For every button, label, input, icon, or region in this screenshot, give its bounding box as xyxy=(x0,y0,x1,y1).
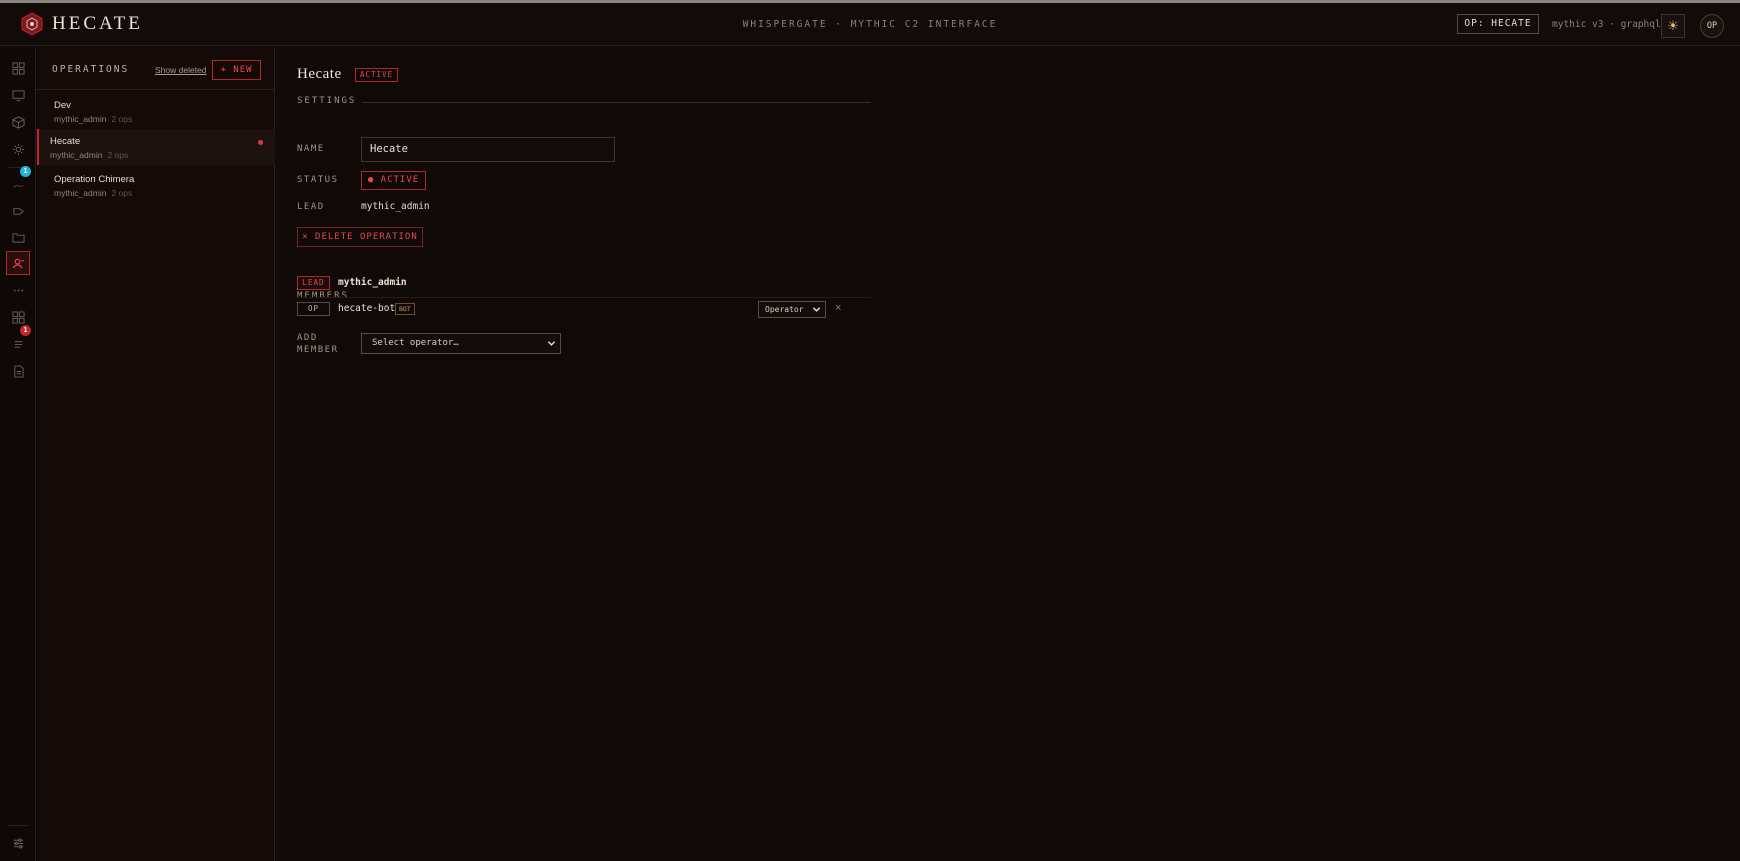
member-role-select[interactable]: Operator xyxy=(758,301,826,318)
sliders-icon xyxy=(13,838,23,848)
remove-member-button[interactable]: × xyxy=(835,302,841,314)
delete-operation-button[interactable]: ✕ DELETE OPERATION xyxy=(297,227,423,247)
member-row: LEAD mythic_admin xyxy=(297,272,871,298)
show-deleted-link[interactable]: Show deleted xyxy=(155,65,207,75)
new-operation-button[interactable]: + NEW xyxy=(212,60,261,80)
operations-panel-header: OPERATIONS Show deleted + NEW xyxy=(37,47,275,90)
operation-meta: mythic_admin 2 ops xyxy=(50,150,128,160)
operations-heading: OPERATIONS xyxy=(52,64,130,75)
role-tag: LEAD xyxy=(297,276,330,290)
name-label: NAME xyxy=(297,144,325,154)
dashboard-nav-button[interactable] xyxy=(6,56,30,80)
operation-list-item-selected[interactable]: Hecate mythic_admin 2 ops xyxy=(37,129,275,165)
reports-nav-button[interactable] xyxy=(6,359,30,383)
settings-section-header: SETTINGS xyxy=(297,96,871,108)
list-icon xyxy=(14,340,22,348)
operation-name-input[interactable]: Hecate xyxy=(361,137,615,162)
operation-count: 2 ops xyxy=(111,188,133,198)
app-brand: HECATE xyxy=(52,13,143,34)
operation-detail: Hecate ACTIVE SETTINGS NAME Hecate STATU… xyxy=(276,47,1740,861)
more-nav-button[interactable] xyxy=(6,278,30,302)
lead-label: LEAD xyxy=(297,202,325,212)
ellipsis-icon xyxy=(13,289,23,291)
status-label: STATUS xyxy=(297,175,339,185)
status-badge: ACTIVE xyxy=(355,68,399,82)
cube-icon xyxy=(11,115,25,129)
operation-meta: mythic_admin 2 ops xyxy=(54,114,132,124)
alert-badge: 1 xyxy=(20,325,31,336)
member-role-value: Operator xyxy=(765,305,804,314)
folder-icon xyxy=(11,232,25,243)
document-icon xyxy=(13,364,24,378)
operations-nav-button[interactable] xyxy=(6,251,30,275)
operation-meta: mythic_admin 2 ops xyxy=(54,188,132,198)
files-nav-button[interactable] xyxy=(6,225,30,249)
operation-lead: mythic_admin xyxy=(54,188,107,198)
chevron-down-icon xyxy=(812,307,821,312)
settings-heading: SETTINGS xyxy=(297,96,363,106)
apps-icon xyxy=(11,310,25,324)
operation-name: Operation Chimera xyxy=(54,174,135,185)
notification-badge: 1 xyxy=(20,166,31,177)
gear-icon xyxy=(12,143,24,155)
operation-list-item[interactable]: Operation Chimera mythic_admin 2 ops xyxy=(37,167,275,203)
theme-toggle-button[interactable]: ☀ xyxy=(1661,14,1685,38)
user-avatar[interactable]: OP xyxy=(1700,14,1724,38)
operation-name: Dev xyxy=(54,100,71,111)
member-name: mythic_admin xyxy=(338,277,407,288)
add-member-select[interactable]: Select operator… xyxy=(361,333,561,354)
left-nav-rail: 1 1 xyxy=(0,47,36,861)
current-operation-chip[interactable]: OP: HECATE xyxy=(1457,14,1539,34)
operations-panel: OPERATIONS Show deleted + NEW Dev mythic… xyxy=(37,47,275,861)
callbacks-nav-button[interactable] xyxy=(6,83,30,107)
member-name: hecate-bot xyxy=(338,303,396,314)
version-label: mythic v3 · graphql xyxy=(1552,19,1661,30)
add-member-label-line: MEMBER xyxy=(297,345,339,355)
lead-value: mythic_admin xyxy=(361,201,430,212)
signal-icon xyxy=(13,184,23,187)
status-toggle-button[interactable]: ● ACTIVE xyxy=(361,171,426,190)
operation-name: Hecate xyxy=(50,136,81,147)
alerts-nav-button[interactable]: 1 xyxy=(6,325,31,355)
preferences-nav-button[interactable] xyxy=(6,831,30,855)
operation-count: 2 ops xyxy=(111,114,133,124)
arrow-right-icon xyxy=(12,207,24,215)
grid-icon xyxy=(11,61,25,75)
operation-lead: mythic_admin xyxy=(54,114,107,124)
send-nav-button[interactable] xyxy=(6,199,30,223)
user-icon xyxy=(12,258,24,268)
section-divider xyxy=(297,102,871,103)
operation-list-item[interactable]: Dev mythic_admin 2 ops xyxy=(37,93,275,129)
page-title: Hecate xyxy=(297,66,342,82)
hecate-logo-icon[interactable] xyxy=(20,12,44,36)
member-row: OP hecate-bot BOT Operator × xyxy=(297,298,871,324)
top-bar: HECATE WHISPERGATE · MYTHIC C2 INTERFACE… xyxy=(0,3,1740,46)
sun-icon: ☀ xyxy=(1667,18,1679,33)
active-indicator-dot xyxy=(258,140,263,145)
role-tag: OP xyxy=(297,302,330,316)
rail-divider xyxy=(8,825,28,826)
bot-badge: BOT xyxy=(395,303,415,315)
add-member-placeholder: Select operator… xyxy=(372,338,459,348)
payloads-nav-button[interactable] xyxy=(6,110,30,134)
add-member-label: ADD MEMBER xyxy=(297,332,339,356)
operation-count: 2 ops xyxy=(107,150,129,160)
monitor-icon xyxy=(11,89,25,101)
settings-nav-button[interactable] xyxy=(6,137,30,161)
operation-lead: mythic_admin xyxy=(50,150,103,160)
tasks-nav-button[interactable]: 1 xyxy=(6,166,31,196)
chevron-down-icon xyxy=(547,341,556,346)
add-member-label-line: ADD xyxy=(297,333,318,343)
